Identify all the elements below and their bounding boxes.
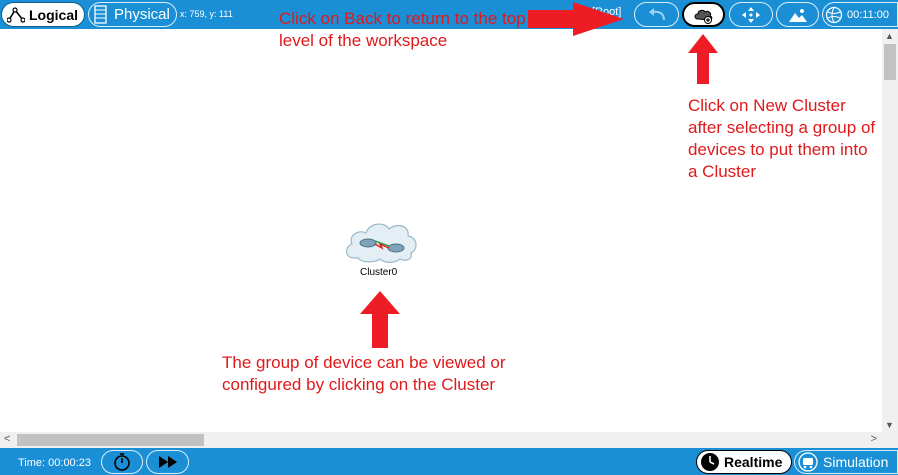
red-arrow-icon bbox=[528, 2, 624, 36]
physical-tab-label: Physical bbox=[114, 6, 170, 23]
scroll-down-icon[interactable]: ▼ bbox=[885, 420, 894, 430]
bottom-toolbar: Time: 00:00:23 Realtime Simulation bbox=[0, 448, 898, 475]
vertical-scroll-thumb[interactable] bbox=[884, 44, 896, 80]
new-cluster-icon bbox=[694, 9, 712, 24]
physical-icon bbox=[94, 5, 107, 24]
annotation-back: Click on Back to return to the top level… bbox=[279, 9, 526, 50]
cluster-label: Cluster0 bbox=[360, 267, 398, 278]
fast-forward-icon bbox=[158, 456, 177, 468]
logical-icon bbox=[7, 6, 25, 23]
viewport-icon bbox=[825, 6, 843, 23]
set-background-icon bbox=[788, 8, 807, 22]
cluster-cloud-icon bbox=[346, 223, 417, 263]
horizontal-scroll-thumb[interactable] bbox=[17, 434, 204, 446]
simulation-icon bbox=[798, 452, 818, 472]
scrollbar-corner bbox=[882, 432, 898, 448]
scroll-up-icon[interactable]: ▲ bbox=[885, 31, 894, 41]
set-background-button[interactable] bbox=[776, 2, 819, 27]
power-cycle-button[interactable] bbox=[101, 450, 143, 474]
logical-tab[interactable]: Logical bbox=[1, 2, 85, 27]
scroll-left-icon[interactable]: < bbox=[4, 433, 10, 445]
annotation-new-cluster: Click on New Cluster after selecting a g… bbox=[688, 96, 876, 181]
topbar-time: 00:11:00 bbox=[847, 8, 890, 21]
back-button[interactable] bbox=[634, 2, 679, 27]
back-icon bbox=[648, 7, 665, 20]
simulation-time: Time: 00:00:23 bbox=[18, 457, 91, 469]
realtime-clock-icon bbox=[701, 453, 719, 471]
realtime-mode-button[interactable]: Realtime bbox=[696, 450, 792, 474]
realtime-label: Realtime bbox=[724, 454, 783, 470]
reset-time-icon bbox=[114, 453, 130, 471]
packet-tracer-window: Logical Physical x: 759, y: 111 [Root] 0… bbox=[0, 0, 898, 475]
fast-forward-button[interactable] bbox=[146, 450, 189, 474]
new-cluster-button[interactable] bbox=[682, 2, 725, 27]
annotation-group: The group of device can be viewed or con… bbox=[222, 353, 506, 394]
physical-tab[interactable]: Physical bbox=[88, 2, 177, 27]
simulation-mode-button[interactable]: Simulation bbox=[794, 450, 898, 474]
vertical-scrollbar[interactable]: ▲ ▼ bbox=[882, 29, 898, 432]
viewport-time-button[interactable]: 00:11:00 bbox=[822, 2, 898, 27]
red-arrow-icon bbox=[688, 34, 718, 84]
logical-tab-label: Logical bbox=[29, 6, 79, 23]
move-object-icon bbox=[742, 6, 760, 23]
red-arrow-icon bbox=[360, 291, 400, 348]
move-object-button[interactable] bbox=[729, 2, 773, 27]
scroll-right-icon[interactable]: > bbox=[871, 433, 877, 445]
cursor-coordinates: x: 759, y: 111 bbox=[180, 9, 233, 19]
cluster0[interactable]: Cluster0 bbox=[344, 218, 420, 280]
simulation-label: Simulation bbox=[823, 454, 889, 470]
horizontal-scrollbar[interactable]: < > bbox=[0, 432, 882, 448]
